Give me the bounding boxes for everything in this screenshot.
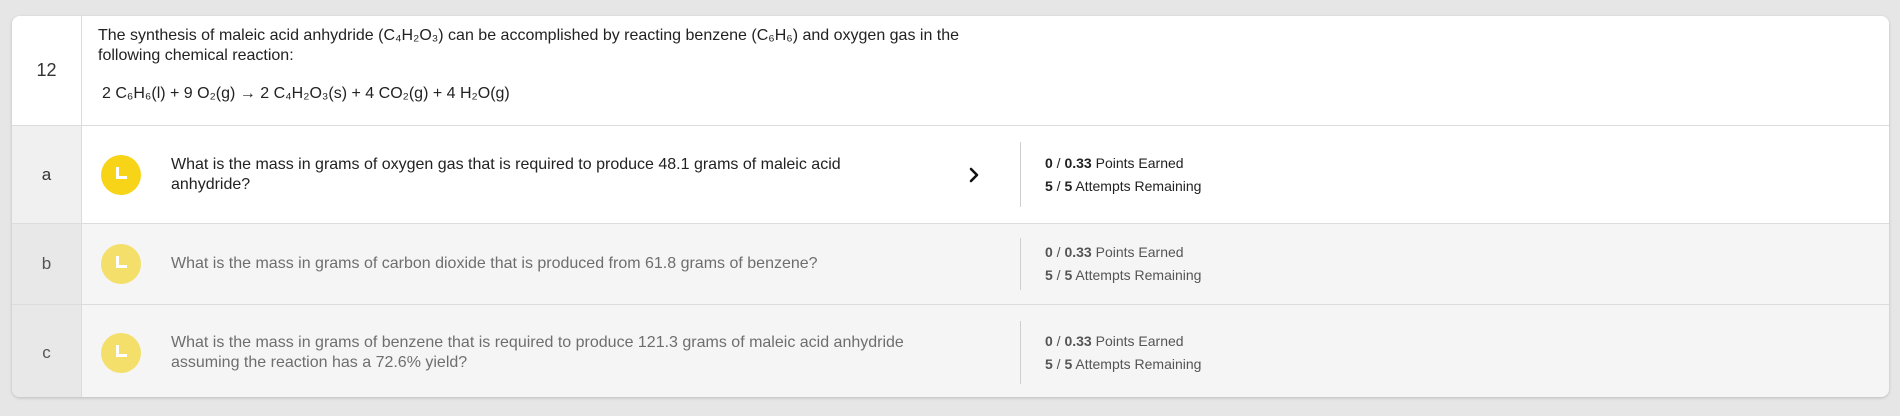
part-row-a[interactable]: a What is the mass in grams of oxygen ga… (12, 126, 1889, 224)
part-question[interactable]: What is the mass in grams of carbon diox… (171, 254, 911, 274)
points-earned: 0 / 0.33 Points Earned (1045, 154, 1184, 171)
part-row-b[interactable]: b What is the mass in grams of carbon di… (12, 224, 1889, 305)
part-stats: 0 / 0.33 Points Earned 5 / 5 Attempts Re… (1045, 152, 1201, 198)
part-content[interactable]: What is the mass in grams of oxygen gas … (82, 126, 1889, 223)
part-content[interactable]: What is the mass in grams of carbon diox… (82, 224, 1889, 304)
points-earned: 0 / 0.33 Points Earned (1045, 244, 1184, 260)
divider (1020, 142, 1021, 207)
attempts-remaining: 5 / 5 Attempts Remaining (1045, 177, 1202, 194)
attempts-remaining: 5 / 5 Attempts Remaining (1045, 267, 1202, 283)
clock-icon (101, 244, 141, 284)
attempts-remaining: 5 / 5 Attempts Remaining (1045, 355, 1202, 372)
clock-icon (101, 154, 141, 195)
part-question[interactable]: What is the mass in grams of oxygen gas … (171, 155, 911, 195)
part-stats: 0 / 0.33 Points Earned 5 / 5 Attempts Re… (1045, 330, 1201, 376)
part-question[interactable]: What is the mass in grams of benzene tha… (171, 333, 911, 373)
clock-icon (101, 332, 141, 373)
part-row-c[interactable]: c What is the mass in grams of benzene t… (12, 305, 1889, 397)
problem-prompt: The synthesis of maleic acid anhydride (… (98, 27, 960, 64)
part-label: b (12, 224, 82, 304)
divider (1020, 321, 1021, 384)
problem-header: 12 The synthesis of maleic acid anhydrid… (12, 16, 1889, 126)
part-label: c (12, 305, 82, 397)
part-label: a (12, 126, 82, 223)
part-stats: 0 / 0.33 Points Earned 5 / 5 Attempts Re… (1045, 241, 1201, 287)
divider (1020, 238, 1021, 290)
part-content[interactable]: What is the mass in grams of benzene tha… (82, 305, 1889, 397)
points-earned: 0 / 0.33 Points Earned (1045, 332, 1184, 349)
question-card: 12 The synthesis of maleic acid anhydrid… (12, 16, 1889, 397)
problem-statement: The synthesis of maleic acid anhydride (… (82, 16, 978, 125)
problem-number: 12 (12, 16, 82, 125)
chemical-equation: 2 C₆H₆(l) + 9 O₂(g) → 2 C₄H₂O₃(s) + 4 CO… (102, 85, 510, 102)
chevron-right-icon[interactable] (962, 163, 986, 187)
